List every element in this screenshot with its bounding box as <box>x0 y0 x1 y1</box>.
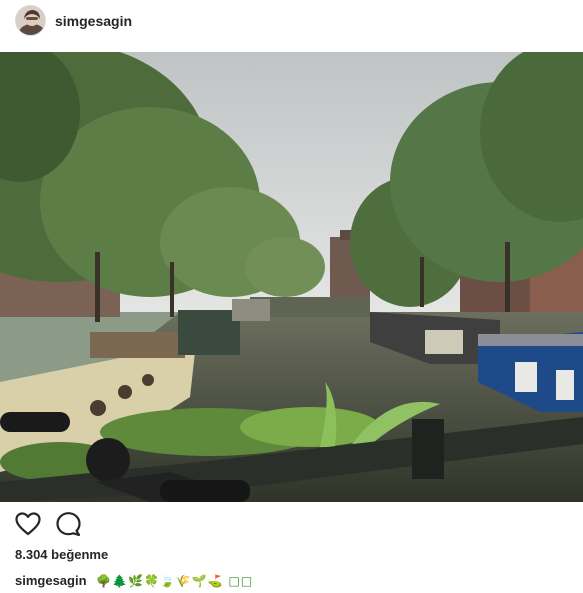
post-author-username[interactable]: simgesagin <box>55 13 132 29</box>
post-caption: simgesagin 🌳🌲🌿🍀🍃🌾🌱⛳ □□ <box>15 573 253 588</box>
speech-bubble-icon <box>56 512 81 537</box>
caption-username[interactable]: simgesagin <box>15 573 87 588</box>
like-button[interactable] <box>14 510 44 540</box>
canal-photo-illustration <box>0 52 583 502</box>
comment-button[interactable] <box>54 510 84 540</box>
likes-count[interactable]: 8.304 beğenme <box>15 547 108 562</box>
heart-outline-icon <box>15 512 41 536</box>
instagram-post: simgesagin 8.304 beğenme simgesagin 🌳🌲🌿🍀… <box>0 0 583 593</box>
caption-text: 🌳🌲🌿🍀🍃🌾🌱⛳ □□ <box>96 574 254 588</box>
post-actions <box>0 510 583 544</box>
post-photo[interactable] <box>0 52 583 502</box>
post-header: simgesagin <box>0 0 583 52</box>
avatar-image <box>16 6 45 35</box>
avatar[interactable] <box>15 5 46 36</box>
